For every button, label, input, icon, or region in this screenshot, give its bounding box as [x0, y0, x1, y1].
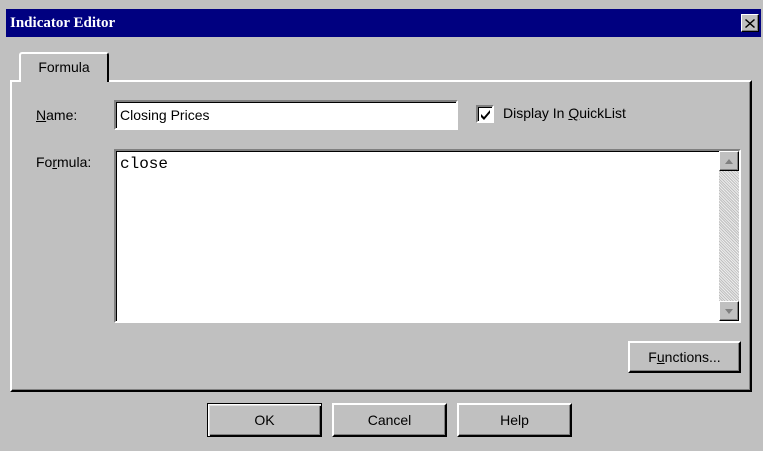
formula-textarea[interactable]: close	[114, 149, 741, 323]
ok-button[interactable]: OK	[207, 403, 322, 437]
display-in-quicklist-label[interactable]: Display In QuickList	[503, 105, 626, 121]
help-button[interactable]: Help	[457, 403, 572, 437]
checkmark-icon	[481, 110, 490, 120]
scroll-up-arrow-icon	[725, 158, 733, 164]
tab-formula[interactable]: Formula	[19, 52, 109, 82]
scroll-down-button[interactable]	[719, 301, 739, 321]
scroll-up-button[interactable]	[719, 151, 739, 171]
formula-scrollbar[interactable]	[719, 151, 739, 321]
tab-formula-label: Formula	[38, 59, 90, 75]
indicator-editor-dialog: Indicator Editor Formula Name: Display I…	[0, 0, 763, 451]
formula-text: close	[120, 155, 169, 173]
formula-label: Formula:	[36, 154, 92, 170]
close-button[interactable]	[741, 14, 759, 32]
display-in-quicklist-checkbox[interactable]	[476, 105, 494, 123]
scroll-down-arrow-icon	[725, 308, 733, 314]
name-label: Name:	[36, 107, 78, 123]
cancel-button[interactable]: Cancel	[332, 403, 447, 437]
functions-button[interactable]: Functions...	[628, 341, 741, 373]
title-bar: Indicator Editor	[6, 9, 761, 37]
name-input[interactable]	[114, 100, 458, 130]
close-icon	[745, 18, 755, 28]
window-title: Indicator Editor	[10, 15, 116, 31]
